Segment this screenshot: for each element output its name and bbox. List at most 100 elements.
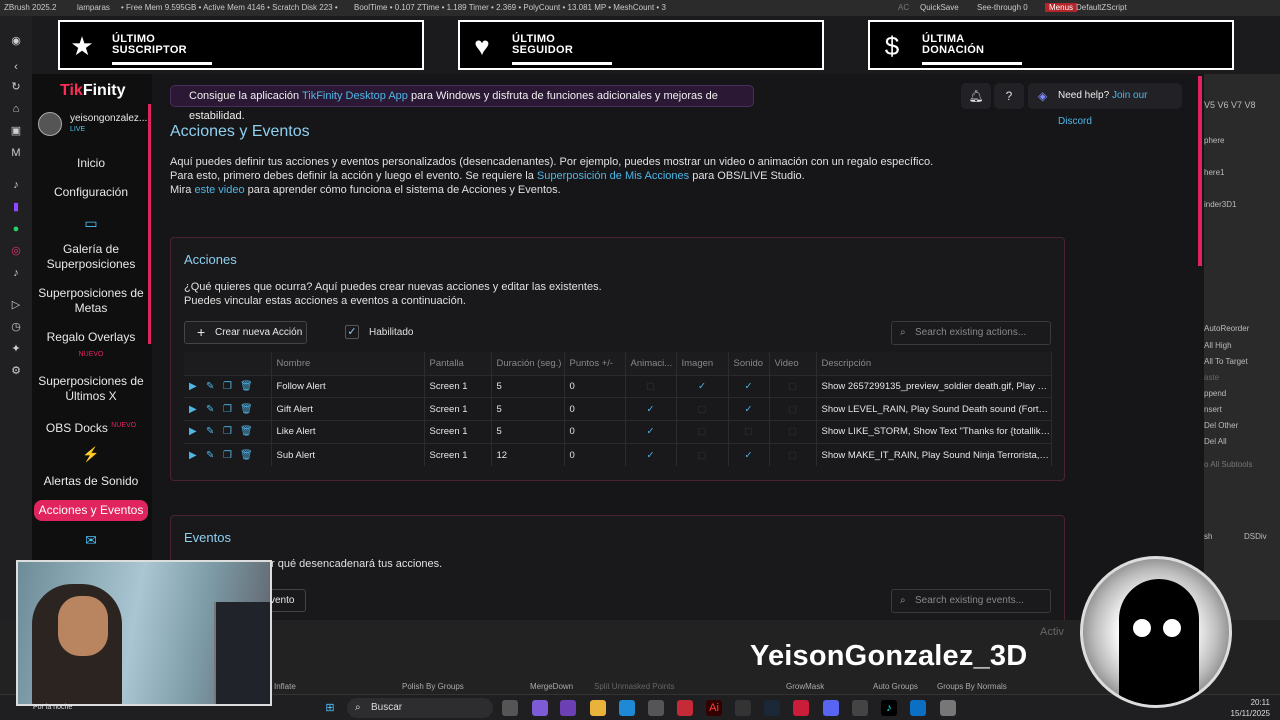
puzzle-icon[interactable]: ✦ bbox=[9, 342, 23, 356]
all-high-button[interactable]: All High bbox=[1204, 341, 1280, 350]
see-through-slider[interactable]: See-through 0 bbox=[977, 3, 1028, 12]
polish-by-groups-button[interactable]: Polish By Groups bbox=[402, 682, 464, 691]
del-all-button[interactable]: Del All bbox=[1204, 437, 1280, 446]
inflate-button[interactable]: Inflate bbox=[274, 682, 296, 691]
illustrator-icon[interactable]: Ai bbox=[706, 700, 722, 716]
del-other-button[interactable]: Del Other bbox=[1204, 421, 1280, 430]
trash-icon[interactable]: 🗑︎ bbox=[240, 381, 257, 392]
overlay-link[interactable]: Superposición de Mis Acciones bbox=[537, 170, 689, 182]
col-pantalla[interactable]: Pantalla bbox=[424, 352, 492, 375]
sidebar-item-galeria[interactable]: Galería de Superposiciones bbox=[32, 242, 150, 272]
col-animacion[interactable]: Animaci... bbox=[625, 352, 677, 375]
col-descripcion[interactable]: Descripción bbox=[816, 352, 1052, 375]
page-scrollbar[interactable] bbox=[1198, 76, 1202, 266]
tikfinity-logo[interactable]: TikFinity bbox=[60, 82, 126, 100]
clock-icon[interactable]: ◷ bbox=[9, 320, 23, 334]
edit-icon[interactable]: ✎ bbox=[206, 426, 223, 437]
subtool-item[interactable]: inder3D1 bbox=[1204, 200, 1280, 209]
enabled-checkbox[interactable]: ✓ bbox=[345, 325, 359, 339]
new-event-button[interactable]: vento bbox=[270, 589, 306, 612]
paste-button[interactable]: aste bbox=[1204, 373, 1280, 382]
nvidia-icon[interactable] bbox=[735, 700, 751, 716]
table-row[interactable]: ▶ ✎ ❐ 🗑︎ Follow Alert Screen 1 5 0 ▢ ✓ ✓ ▢ Show 2657… bbox=[184, 374, 1052, 398]
all-subtools-button[interactable]: o All Subtools bbox=[1204, 460, 1280, 469]
subtool-item[interactable]: here1 bbox=[1204, 168, 1280, 177]
quicksave-button[interactable]: QuickSave bbox=[920, 3, 959, 12]
app-icon[interactable] bbox=[910, 700, 926, 716]
trash-icon[interactable]: 🗑︎ bbox=[240, 450, 257, 461]
steam-icon[interactable] bbox=[764, 700, 780, 716]
twitch-icon[interactable]: ▮ bbox=[9, 200, 23, 214]
discord-help-button[interactable]: ◈ Need help? Join our Discord bbox=[1028, 83, 1182, 127]
menus-button[interactable]: Menus bbox=[1045, 3, 1078, 12]
sidebar-item-metas[interactable]: Superposiciones de Metas bbox=[32, 286, 150, 316]
desktop-app-link[interactable]: TikFinity Desktop App bbox=[302, 90, 408, 102]
store-icon[interactable] bbox=[648, 700, 664, 716]
whatsapp-icon[interactable]: ● bbox=[9, 222, 23, 236]
sidebar-item-obs[interactable]: OBS Docks NUEVO bbox=[32, 418, 150, 436]
tiktok-icon[interactable]: ♪ bbox=[9, 266, 23, 280]
new-action-button[interactable]: + Crear nueva Acción bbox=[184, 321, 307, 344]
folder-icon[interactable] bbox=[590, 700, 606, 716]
m-icon[interactable]: M bbox=[9, 146, 23, 160]
taskbar-search[interactable]: ⌕ Buscar bbox=[347, 698, 493, 718]
tiktok-icon[interactable]: ♪ bbox=[881, 700, 897, 716]
image-icon[interactable]: ▣ bbox=[9, 124, 23, 138]
default-zscript-button[interactable]: DefaultZScript bbox=[1076, 3, 1127, 12]
sidebar-item-acciones[interactable]: Acciones y Eventos bbox=[34, 500, 148, 521]
home-icon[interactable]: ⌂ bbox=[9, 102, 23, 116]
play-icon[interactable]: ▶ bbox=[189, 381, 206, 392]
gear-icon[interactable]: ⚙ bbox=[9, 364, 23, 378]
auto-groups-button[interactable]: Auto Groups bbox=[873, 682, 918, 691]
sidebar-item-inicio[interactable]: Inicio bbox=[32, 156, 150, 171]
instagram-icon[interactable]: ◎ bbox=[9, 244, 23, 258]
tab-icon[interactable]: ◉ bbox=[9, 34, 23, 48]
events-search-input[interactable]: ⌕ Search existing events... bbox=[891, 589, 1051, 613]
app-icon[interactable] bbox=[560, 700, 576, 716]
view-tabs[interactable]: V5 V6 V7 V8 bbox=[1204, 100, 1280, 110]
sidebar-item-alertas[interactable]: Alertas de Sonido bbox=[32, 474, 150, 489]
dsdiv-button[interactable]: DSDiv bbox=[1244, 532, 1280, 541]
windows-start-icon[interactable]: ⊞ bbox=[322, 700, 338, 716]
help-icon[interactable]: ? bbox=[994, 83, 1024, 109]
auto-reorder-button[interactable]: AutoReorder bbox=[1204, 324, 1280, 333]
bell-icon[interactable]: 🔔︎ bbox=[961, 83, 991, 109]
opera-icon[interactable] bbox=[677, 700, 693, 716]
play-icon[interactable]: ▶ bbox=[189, 450, 206, 461]
discord-icon[interactable] bbox=[823, 700, 839, 716]
refresh-icon[interactable]: ↻ bbox=[9, 80, 23, 94]
copy-icon[interactable]: ❐ bbox=[223, 426, 240, 437]
append-button[interactable]: ppend bbox=[1204, 389, 1280, 398]
split-unmasked-button[interactable]: Split Unmasked Points bbox=[594, 682, 674, 691]
play-icon[interactable]: ▶ bbox=[189, 426, 206, 437]
subtool-item[interactable]: phere bbox=[1204, 136, 1280, 145]
sidebar-item-configuracion[interactable]: Configuración bbox=[32, 185, 150, 200]
sidebar-item-ultimos[interactable]: Superposiciones de Últimos X bbox=[32, 374, 150, 404]
groups-by-normals-button[interactable]: Groups By Normals bbox=[937, 682, 1007, 691]
taskbar-clock[interactable]: 20:11 15/11/2025 bbox=[1218, 697, 1270, 719]
task-view-icon[interactable] bbox=[502, 700, 518, 716]
zbrush-ac[interactable]: AC bbox=[898, 3, 909, 12]
copy-icon[interactable]: ❐ bbox=[223, 450, 240, 461]
col-duracion[interactable]: Duración (seg.) bbox=[491, 352, 565, 375]
play-icon[interactable]: ▶ bbox=[189, 404, 206, 415]
sidebar-item-regalo[interactable]: Regalo Overlays NUEVO bbox=[32, 330, 150, 362]
back-icon[interactable]: ‹ bbox=[9, 60, 23, 74]
trash-icon[interactable]: 🗑︎ bbox=[240, 426, 257, 437]
actions-search-input[interactable]: ⌕ Search existing actions... bbox=[891, 321, 1051, 345]
col-imagen[interactable]: Imagen bbox=[676, 352, 729, 375]
grow-mask-button[interactable]: GrowMask bbox=[786, 682, 824, 691]
col-puntos[interactable]: Puntos +/- bbox=[564, 352, 626, 375]
edit-icon[interactable]: ✎ bbox=[206, 381, 223, 392]
all-to-target-button[interactable]: All To Target bbox=[1204, 357, 1280, 366]
insert-button[interactable]: nsert bbox=[1204, 405, 1280, 414]
col-video[interactable]: Video bbox=[769, 352, 817, 375]
copilot-icon[interactable] bbox=[532, 700, 548, 716]
video-link[interactable]: este video bbox=[194, 184, 244, 196]
copy-icon[interactable]: ❐ bbox=[223, 404, 240, 415]
edit-icon[interactable]: ✎ bbox=[206, 450, 223, 461]
tiktok-icon[interactable]: ♪ bbox=[9, 178, 23, 192]
merge-down-button[interactable]: MergeDown bbox=[530, 682, 573, 691]
table-row[interactable]: ▶ ✎ ❐ 🗑︎ Sub Alert Screen 1 12 0 ✓ ▢ ✓ ▢ Show MAKE_I… bbox=[184, 442, 1052, 467]
edge-icon[interactable] bbox=[619, 700, 635, 716]
